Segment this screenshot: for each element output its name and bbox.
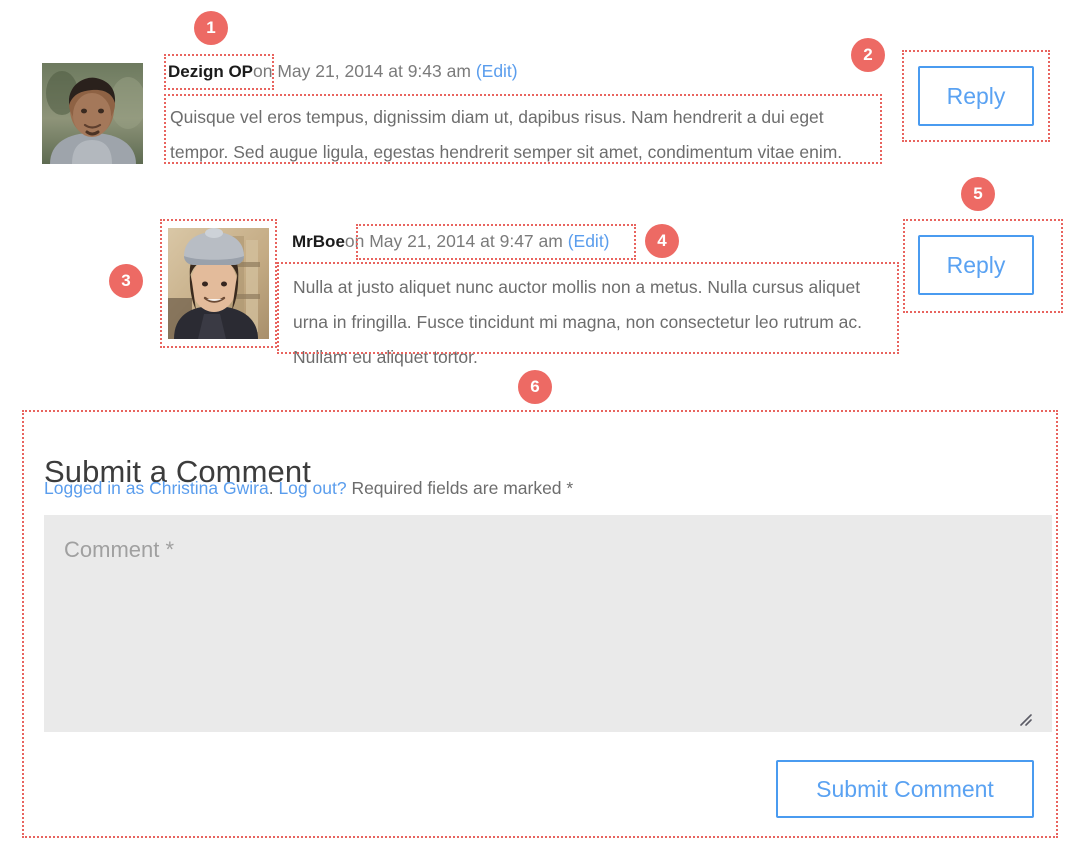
avatar [42, 63, 143, 164]
annotation-badge-6: 6 [518, 370, 552, 404]
annotation-badge-4: 4 [645, 224, 679, 258]
logged-in-status: Logged in as Christina Gwira. Log out? R… [44, 478, 573, 499]
avatar-image-dezign-op [42, 63, 143, 164]
avatar [168, 228, 269, 339]
comment-author: MrBoe [292, 232, 345, 251]
comment-date: on May 21, 2014 at 9:47 am [344, 231, 563, 251]
submit-comment-form: Submit a Comment Logged in as Christina … [22, 410, 1058, 838]
comment-body: Quisque vel eros tempus, dignissim diam … [170, 107, 843, 162]
comment-input[interactable] [44, 515, 1052, 732]
logged-in-prefix: Logged in as [44, 478, 150, 498]
comment-date: on May 21, 2014 at 9:43 am [253, 61, 471, 81]
logged-in-separator: . [268, 478, 279, 498]
comment-meta: Dezign OPon May 21, 2014 at 9:43 am (Edi… [168, 60, 518, 83]
reply-button[interactable]: Reply [918, 66, 1034, 126]
edit-link[interactable]: (Edit) [476, 61, 518, 81]
edit-link[interactable]: (Edit) [568, 231, 610, 251]
required-fields-note: Required fields are marked * [346, 478, 574, 498]
annotation-badge-5: 5 [961, 177, 995, 211]
comment-author: Dezign OP [168, 62, 254, 81]
logged-in-user-link[interactable]: Logged in as Christina Gwira [44, 478, 269, 498]
comments-page: Dezign OPon May 21, 2014 at 9:43 am (Edi… [0, 0, 1079, 859]
logout-link[interactable]: Log out? [278, 478, 346, 498]
comment-body: Nulla at justo aliquet nunc auctor molli… [293, 277, 863, 367]
annotation-badge-2: 2 [851, 38, 885, 72]
annotation-badge-1: 1 [194, 11, 228, 45]
logged-in-username: Christina Gwira [149, 478, 269, 498]
avatar-image-mrboe [168, 228, 269, 339]
comment-meta: MrBoeon May 21, 2014 at 9:47 am (Edit) [292, 230, 610, 253]
reply-button[interactable]: Reply [918, 235, 1034, 295]
submit-comment-button[interactable]: Submit Comment [776, 760, 1034, 818]
annotation-badge-3: 3 [109, 264, 143, 298]
